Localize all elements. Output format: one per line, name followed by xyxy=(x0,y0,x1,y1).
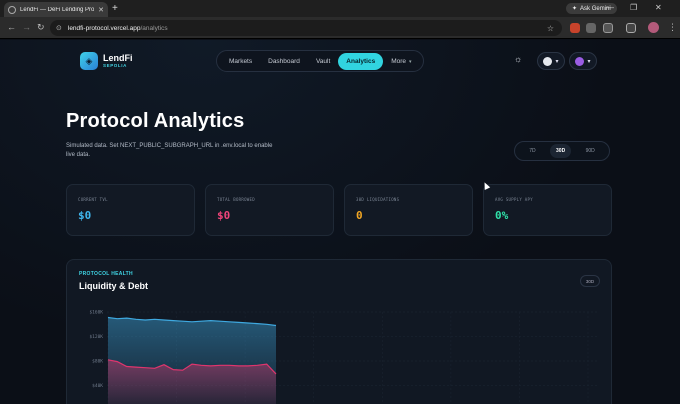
stat-value: 0 xyxy=(356,209,363,222)
stat-card-liquidations: 30D LIQUIDATIONS 0 xyxy=(344,184,473,236)
stat-label: AVG SUPPLY APY xyxy=(495,197,533,202)
range-30d[interactable]: 30D xyxy=(550,144,572,158)
panel-title: Liquidity & Debt xyxy=(79,281,148,291)
chevron-down-icon: ▾ xyxy=(409,58,412,65)
globe-icon xyxy=(8,5,16,14)
browser-menu-icon[interactable]: ⋮ xyxy=(668,22,677,33)
stat-value: $0 xyxy=(78,209,92,222)
y-tick-label: $160K xyxy=(89,310,103,316)
extension-puzzle-icon[interactable] xyxy=(586,23,596,33)
stat-value: 0% xyxy=(495,209,509,222)
profile-avatar[interactable] xyxy=(648,22,659,33)
wallet-avatar xyxy=(575,56,585,66)
stat-card-apy: AVG SUPPLY APY 0% xyxy=(483,184,612,236)
browser-tab-title: LendFi — DeFi Lending Protoc xyxy=(20,6,95,13)
url-text: lendfi-protocol.vercel.app/analytics xyxy=(68,25,168,32)
omnibox[interactable]: ⊙ lendfi-protocol.vercel.app/analytics ☆ xyxy=(50,20,562,36)
y-tick-label: $40K xyxy=(92,383,103,389)
page-title: Protocol Analytics xyxy=(66,110,245,132)
stat-card-borrowed: TOTAL BORROWED $0 xyxy=(205,184,334,236)
gemini-icon: ✦ xyxy=(572,6,578,12)
window-close-icon[interactable]: ✕ xyxy=(655,3,662,12)
y-tick-label: $80K xyxy=(92,359,103,365)
y-tick-label: $120K xyxy=(89,334,103,340)
nav-dashboard[interactable]: Dashboard xyxy=(260,53,308,70)
reload-icon[interactable]: ↻ xyxy=(37,22,45,33)
time-range-selector: 7D 30D 90D xyxy=(514,141,610,161)
ethereum-icon xyxy=(543,56,553,66)
nav-markets[interactable]: Markets xyxy=(221,53,260,70)
stat-label: TOTAL BORROWED xyxy=(217,197,255,202)
network-label: SEPOLIA xyxy=(103,63,127,68)
range-7d[interactable]: 7D xyxy=(523,144,541,158)
url-host: lendfi-protocol.vercel.app xyxy=(67,24,141,32)
stat-label: 30D LIQUIDATIONS xyxy=(356,197,400,202)
maximize-icon[interactable]: ❐ xyxy=(630,3,637,12)
sidepanel-icon[interactable] xyxy=(626,23,636,33)
range-90d[interactable]: 90D xyxy=(580,144,601,158)
theme-toggle-sun-icon[interactable]: ☼ xyxy=(514,54,522,64)
new-tab-icon[interactable]: + xyxy=(112,3,118,14)
extension-square-icon[interactable] xyxy=(603,23,613,33)
extension-fox-icon[interactable] xyxy=(570,23,580,33)
panel-tag: PROTOCOL HEALTH xyxy=(79,271,133,277)
protocol-health-panel: PROTOCOL HEALTH Liquidity & Debt 30D $0$… xyxy=(66,259,612,404)
lendfi-logo-icon[interactable]: ◈ xyxy=(80,52,98,70)
main-nav: Markets Dashboard Vault Analytics More ▾ xyxy=(216,50,424,72)
site-info-icon[interactable]: ⊙ xyxy=(56,24,62,32)
app-page: ◈ LendFi SEPOLIA Markets Dashboard Vault… xyxy=(0,40,680,404)
brand-name[interactable]: LendFi xyxy=(103,53,133,63)
nav-analytics[interactable]: Analytics xyxy=(338,52,384,70)
back-icon[interactable]: ← xyxy=(7,22,16,32)
browser-tab-strip: LendFi — DeFi Lending Protoc ✕ + ✦ Ask G… xyxy=(0,0,680,17)
stat-card-tvl: CURRENT TVL $0 xyxy=(66,184,195,236)
forward-icon[interactable]: → xyxy=(22,22,31,32)
minimize-icon[interactable]: — xyxy=(606,3,614,12)
chevron-down-icon: ▾ xyxy=(587,58,591,65)
chevron-down-icon: ▾ xyxy=(555,58,559,65)
liquidity-debt-chart: $0$40K$80K$120K$160KMar 19Mar 23Mar 27Ma… xyxy=(89,310,597,404)
stat-label: CURRENT TVL xyxy=(78,197,108,202)
nav-more-label: More xyxy=(391,57,406,65)
wallet-account-button[interactable]: ▾ xyxy=(569,52,597,70)
close-tab-icon[interactable]: ✕ xyxy=(98,6,104,14)
url-path: /analytics xyxy=(140,24,168,32)
browser-tab[interactable]: LendFi — DeFi Lending Protoc ✕ xyxy=(4,2,108,17)
page-subtitle: Simulated data. Set NEXT_PUBLIC_SUBGRAPH… xyxy=(66,143,273,158)
panel-range-badge: 30D xyxy=(580,275,600,287)
nav-vault[interactable]: Vault xyxy=(308,53,338,70)
stat-value: $0 xyxy=(217,209,231,222)
nav-more[interactable]: More ▾ xyxy=(383,53,419,70)
bookmark-star-icon[interactable]: ☆ xyxy=(547,24,554,33)
address-bar: ← → ↻ ⊙ lendfi-protocol.vercel.app/analy… xyxy=(0,17,680,39)
network-selector[interactable]: ▾ xyxy=(537,52,565,70)
